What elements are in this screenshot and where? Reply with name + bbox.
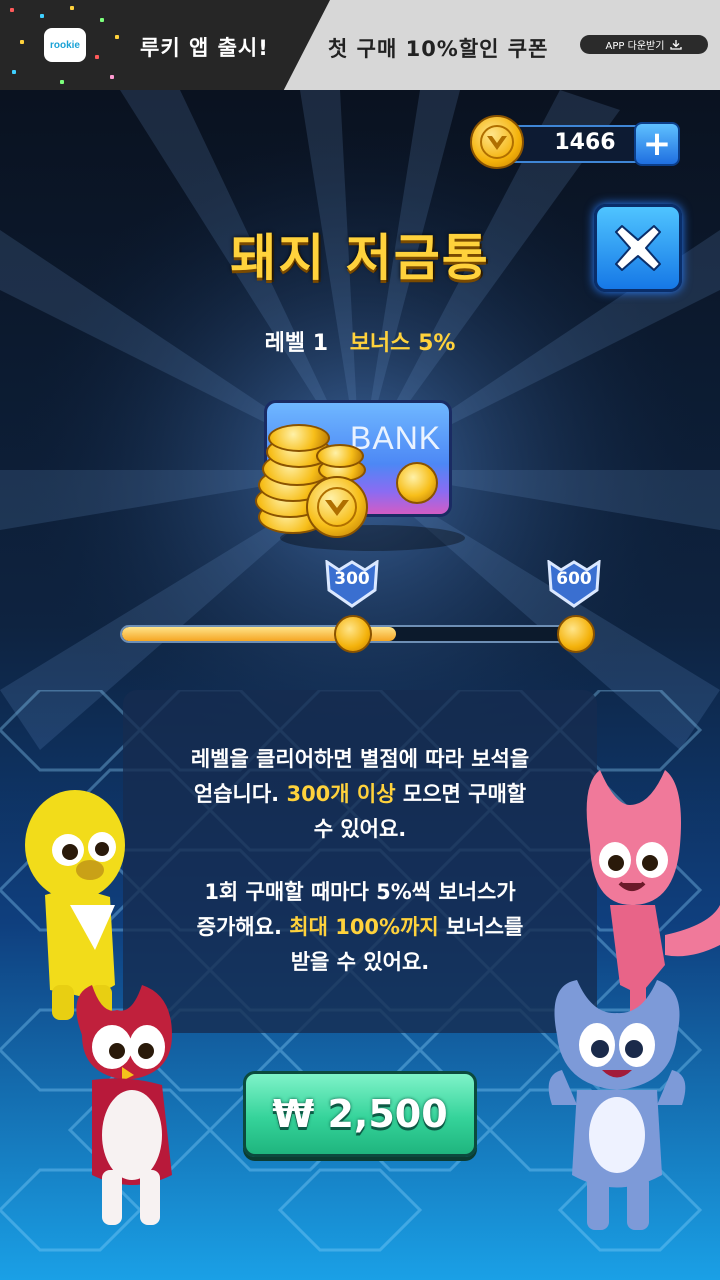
info-text-span: 모으면 구매할 bbox=[395, 782, 527, 806]
bank-coin-icon bbox=[396, 462, 438, 504]
milestone-coin-icon bbox=[334, 615, 372, 653]
milestone-badge-300: 300 bbox=[325, 560, 379, 608]
purchase-price: ₩ 2,500 bbox=[272, 1092, 448, 1136]
info-line: 받을 수 있어요. bbox=[290, 950, 430, 974]
ad-coupon-text: 첫 구매 10%할인 쿠폰 bbox=[328, 37, 549, 61]
app-download-label: APP 다운받기 bbox=[605, 41, 665, 52]
confetti-dot bbox=[10, 8, 14, 12]
confetti-dot bbox=[100, 18, 104, 22]
info-line: 레벨을 클리어하면 별점에 따라 보석을 bbox=[190, 747, 530, 771]
ad-banner[interactable]: rookie 루키 앱 출시! 첫 구매 10%할인 쿠폰 APP 다운받기 bbox=[0, 0, 720, 90]
confetti-dot bbox=[40, 14, 44, 18]
coin-balance: 1466 bbox=[554, 130, 616, 155]
milestone-coin-icon bbox=[557, 615, 595, 653]
info-text-span: 보너스를 bbox=[438, 915, 524, 939]
confetti-dot bbox=[70, 6, 74, 10]
blue-raccoon-character bbox=[548, 980, 686, 1230]
red-bird-character bbox=[76, 985, 172, 1225]
coin-emblem bbox=[480, 125, 514, 159]
add-coins-button[interactable]: + bbox=[634, 122, 680, 166]
stacked-coin-icon bbox=[316, 444, 364, 468]
milestone-label: 600 bbox=[556, 569, 592, 589]
close-button[interactable] bbox=[594, 204, 682, 292]
info-paragraph-2: 1회 구매할 때마다 5%씩 보너스가 증가해요. 최대 100%까지 보너스를… bbox=[130, 875, 590, 980]
info-text-span: 얻습니다. bbox=[193, 782, 287, 806]
info-line: 수 있어요. bbox=[313, 817, 407, 841]
coin-emblem bbox=[317, 487, 357, 527]
confetti-dot bbox=[110, 75, 114, 79]
download-icon bbox=[670, 39, 683, 50]
info-text-span: 증가해요. bbox=[196, 915, 290, 939]
ad-title: 루키 앱 출시! bbox=[140, 36, 269, 60]
close-icon bbox=[615, 225, 661, 271]
info-line: 얻습니다. 300개 이상 모으면 구매할 bbox=[130, 777, 590, 812]
front-coin-icon bbox=[306, 476, 368, 538]
bonus-label: 보너스 5% bbox=[349, 331, 456, 356]
confetti-dot bbox=[115, 35, 119, 39]
bank-label: BANK bbox=[350, 420, 442, 456]
info-paragraph-1: 레벨을 클리어하면 별점에 따라 보석을 얻습니다. 300개 이상 모으면 구… bbox=[130, 742, 590, 847]
confetti-dot bbox=[12, 70, 16, 74]
milestone-label: 300 bbox=[334, 569, 370, 589]
info-highlight: 300개 이상 bbox=[286, 782, 396, 806]
app-download-button[interactable]: APP 다운받기 bbox=[580, 35, 708, 54]
info-highlight: 최대 100%까지 bbox=[289, 915, 439, 939]
info-line: 1회 구매할 때마다 5%씩 보너스가 bbox=[204, 880, 516, 904]
confetti-dot bbox=[60, 80, 64, 84]
confetti-dot bbox=[95, 55, 99, 59]
rookie-logo: rookie bbox=[44, 28, 86, 62]
level-label: 레벨 1 bbox=[264, 331, 329, 356]
milestone-badge-600: 600 bbox=[547, 560, 601, 608]
coin-icon bbox=[470, 115, 524, 169]
info-line: 증가해요. 최대 100%까지 보너스를 bbox=[130, 910, 590, 945]
level-bonus-row: 레벨 1 보너스 5% bbox=[0, 325, 720, 357]
confetti-dot bbox=[20, 40, 24, 44]
plus-icon: + bbox=[642, 124, 672, 164]
purchase-button[interactable]: ₩ 2,500 bbox=[243, 1071, 477, 1157]
